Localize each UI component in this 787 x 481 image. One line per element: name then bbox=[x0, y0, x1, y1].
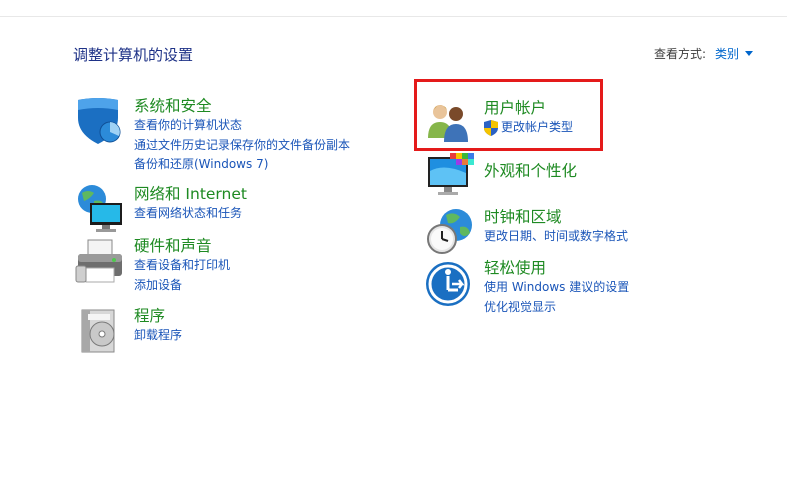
link-network-status[interactable]: 查看网络状态和任务 bbox=[134, 204, 247, 224]
link-optimize-visual-display[interactable]: 优化视觉显示 bbox=[484, 298, 629, 318]
top-divider bbox=[0, 16, 787, 17]
link-backup-restore[interactable]: 备份和还原(Windows 7) bbox=[134, 155, 350, 175]
view-by-label: 查看方式: bbox=[654, 47, 707, 61]
category-title-network-internet[interactable]: 网络和 Internet bbox=[134, 184, 247, 204]
link-change-date-time-format[interactable]: 更改日期、时间或数字格式 bbox=[484, 227, 628, 247]
category-title-programs[interactable]: 程序 bbox=[134, 306, 182, 326]
link-file-history-backup[interactable]: 通过文件历史记录保存你的文件备份副本 bbox=[134, 136, 350, 156]
link-add-device[interactable]: 添加设备 bbox=[134, 276, 230, 296]
view-by-control: 查看方式: 类别 bbox=[654, 45, 754, 62]
ease-of-access-icon[interactable] bbox=[424, 258, 476, 310]
view-by-dropdown[interactable]: 类别 bbox=[715, 47, 739, 61]
network-globe-icon[interactable] bbox=[74, 183, 126, 235]
programs-disc-icon[interactable] bbox=[74, 306, 126, 358]
monitor-palette-icon[interactable] bbox=[424, 151, 476, 203]
category-title-ease-of-access[interactable]: 轻松使用 bbox=[484, 258, 629, 278]
category-title-system-security[interactable]: 系统和安全 bbox=[134, 96, 350, 116]
link-windows-recommended-settings[interactable]: 使用 Windows 建议的设置 bbox=[484, 278, 629, 298]
category-title-hardware-sound[interactable]: 硬件和声音 bbox=[134, 236, 230, 256]
shield-icon[interactable] bbox=[74, 96, 126, 148]
link-devices-printers[interactable]: 查看设备和打印机 bbox=[134, 256, 230, 276]
category-title-appearance[interactable]: 外观和个性化 bbox=[484, 161, 577, 181]
link-uninstall-program[interactable]: 卸载程序 bbox=[134, 326, 182, 346]
printer-icon[interactable] bbox=[74, 236, 126, 288]
highlight-box bbox=[414, 79, 603, 151]
clock-globe-icon[interactable] bbox=[424, 205, 476, 257]
category-title-clock-region[interactable]: 时钟和区域 bbox=[484, 207, 628, 227]
chevron-down-icon[interactable] bbox=[745, 51, 754, 56]
link-view-computer-status[interactable]: 查看你的计算机状态 bbox=[134, 116, 350, 136]
page-title: 调整计算机的设置 bbox=[73, 46, 194, 64]
